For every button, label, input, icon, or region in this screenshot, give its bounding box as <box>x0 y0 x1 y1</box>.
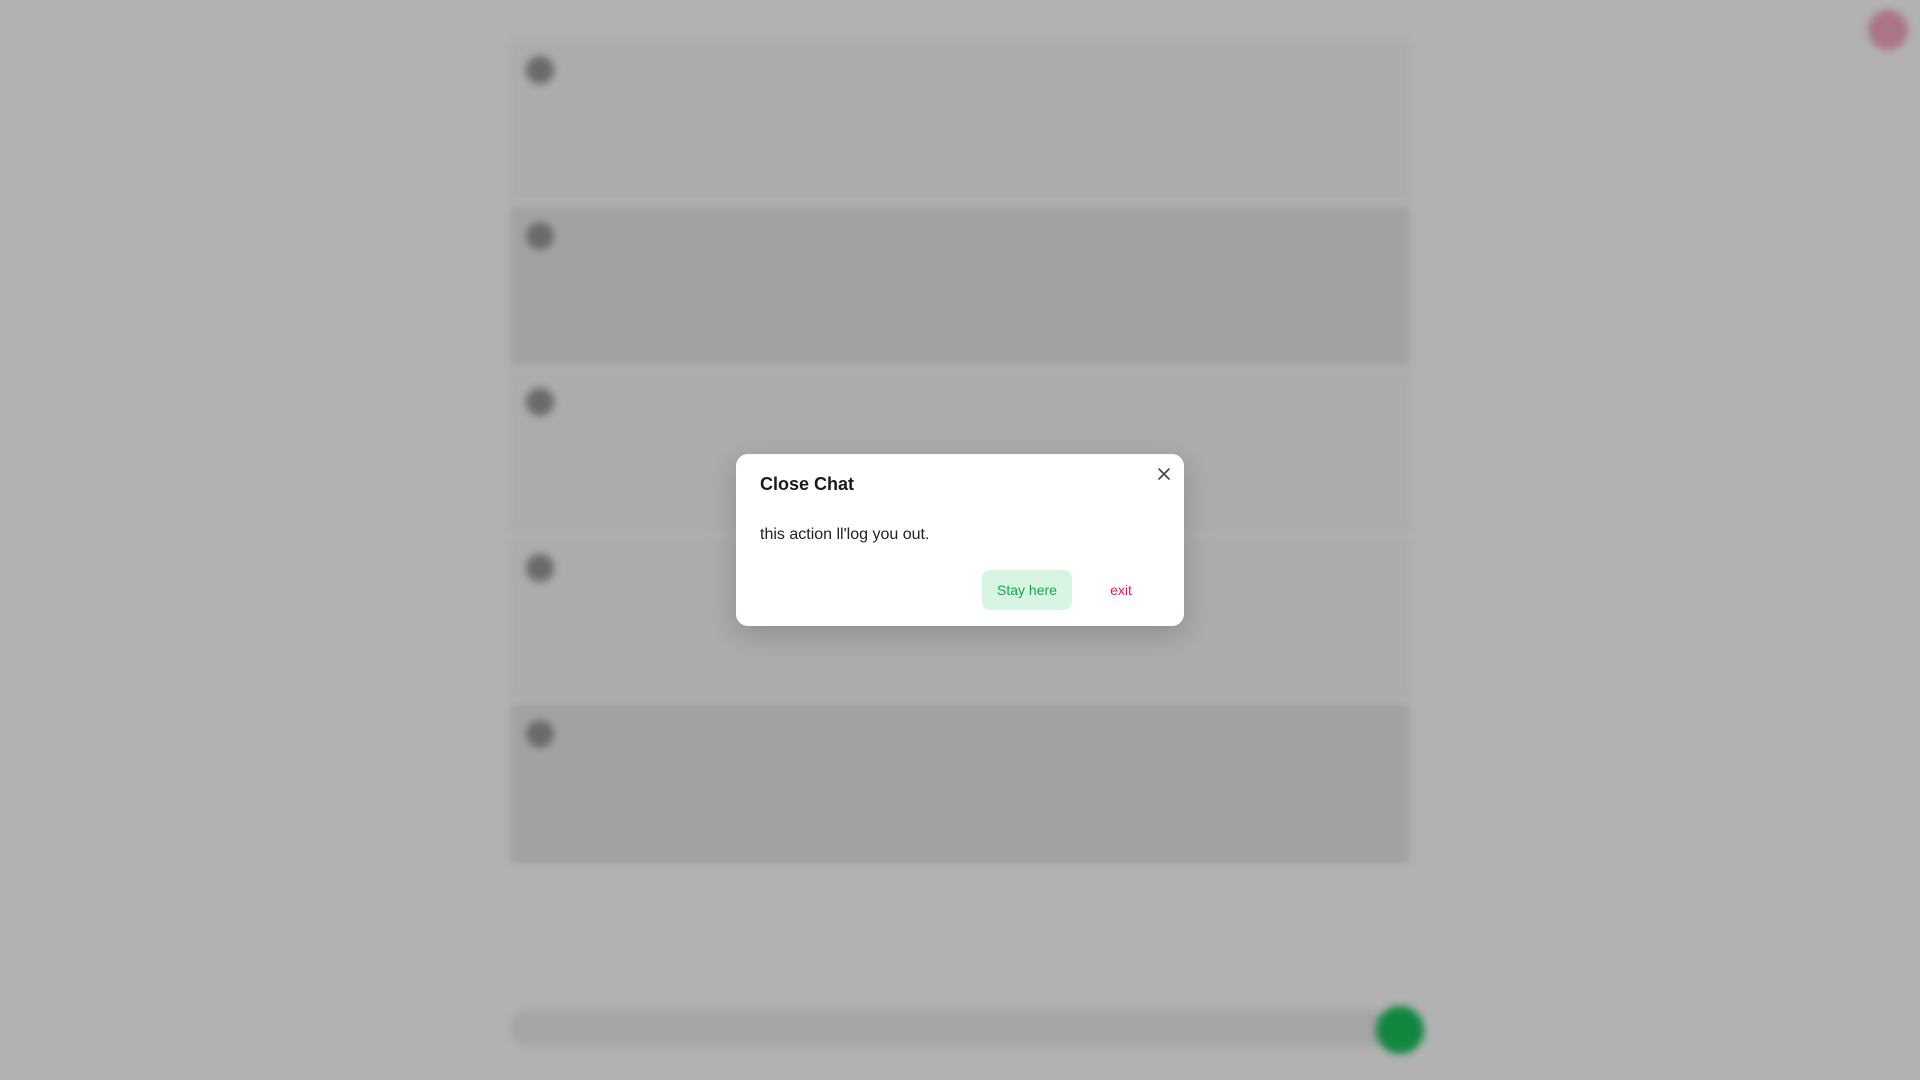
dialog-title: Close Chat <box>760 474 855 494</box>
exit-button[interactable]: exit <box>1086 570 1156 610</box>
close-icon[interactable] <box>1152 462 1176 486</box>
stay-here-button[interactable]: Stay here <box>982 570 1072 610</box>
close-chat-dialog: Close Chat this action ll'log you out. S… <box>736 454 1184 626</box>
dialog-message: this action ll'log you out. <box>760 526 930 543</box>
